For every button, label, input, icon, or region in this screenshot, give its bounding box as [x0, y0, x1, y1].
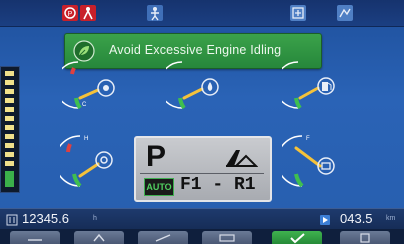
- svg-text:P: P: [68, 11, 73, 18]
- fuel-level-gauge: [282, 58, 342, 114]
- level-segment: [5, 116, 14, 121]
- bottom-status-bar: 12345.6 h 043.5 km: [0, 208, 404, 229]
- level-segment: [5, 125, 14, 130]
- level-segment: [5, 161, 14, 166]
- level-segment: [5, 134, 14, 139]
- parking-brake-warning-icon: P: [62, 5, 78, 21]
- top-status-bar: P: [0, 0, 404, 27]
- level-bar-indicator: [0, 66, 20, 193]
- machine-display-screen: P Avoid Excessive Engine Idling C H F P …: [0, 0, 404, 244]
- hour-meter-unit: h: [93, 215, 97, 222]
- machine-menu-icon[interactable]: [337, 5, 353, 21]
- softkey-row: [0, 229, 404, 244]
- gauge-hot-letter: H: [84, 136, 88, 142]
- softkey-6[interactable]: [340, 231, 390, 244]
- gauge-cold-letter: C: [82, 102, 87, 108]
- level-segment: [5, 89, 14, 94]
- level-segment: [5, 107, 14, 112]
- confirm-softkey[interactable]: [272, 231, 322, 244]
- level-segment: [5, 143, 14, 148]
- loader-bucket-icon: [224, 146, 259, 168]
- level-segment: [5, 71, 14, 76]
- odometer-icon: [319, 213, 331, 225]
- softkey-2[interactable]: [74, 231, 124, 244]
- transmission-gear-panel: P AUTO F1 - R1: [134, 136, 272, 202]
- panel-divider: [140, 173, 264, 174]
- odometer-unit: km: [386, 215, 396, 222]
- notification-text: Avoid Excessive Engine Idling: [109, 43, 282, 57]
- odometer-value: 043.5: [340, 211, 373, 226]
- gauge-full-letter: F: [306, 136, 310, 142]
- gear-position: P: [146, 140, 167, 173]
- transmission-oil-gauge: H: [60, 132, 120, 188]
- level-segment: [5, 98, 14, 103]
- fuel-pressure-gauge: [166, 58, 226, 114]
- seatbelt-warning-icon: [80, 5, 96, 21]
- auto-shift-badge: AUTO: [144, 178, 174, 196]
- hydraulic-oil-gauge: F: [282, 132, 342, 188]
- hour-meter-icon: [6, 213, 18, 226]
- gear-ratio: F1 - R1: [180, 175, 256, 195]
- softkey-4[interactable]: [202, 231, 252, 244]
- softkey-1[interactable]: [10, 231, 60, 244]
- level-segment: [5, 80, 14, 85]
- softkey-3[interactable]: [138, 231, 188, 244]
- level-segment-green: [5, 171, 14, 187]
- hour-meter-value: 12345.6: [22, 211, 69, 226]
- engine-coolant-gauge: C: [62, 58, 122, 114]
- hydraulic-settings-icon[interactable]: [290, 5, 306, 21]
- operator-present-icon: [147, 5, 163, 21]
- level-segment: [5, 152, 14, 157]
